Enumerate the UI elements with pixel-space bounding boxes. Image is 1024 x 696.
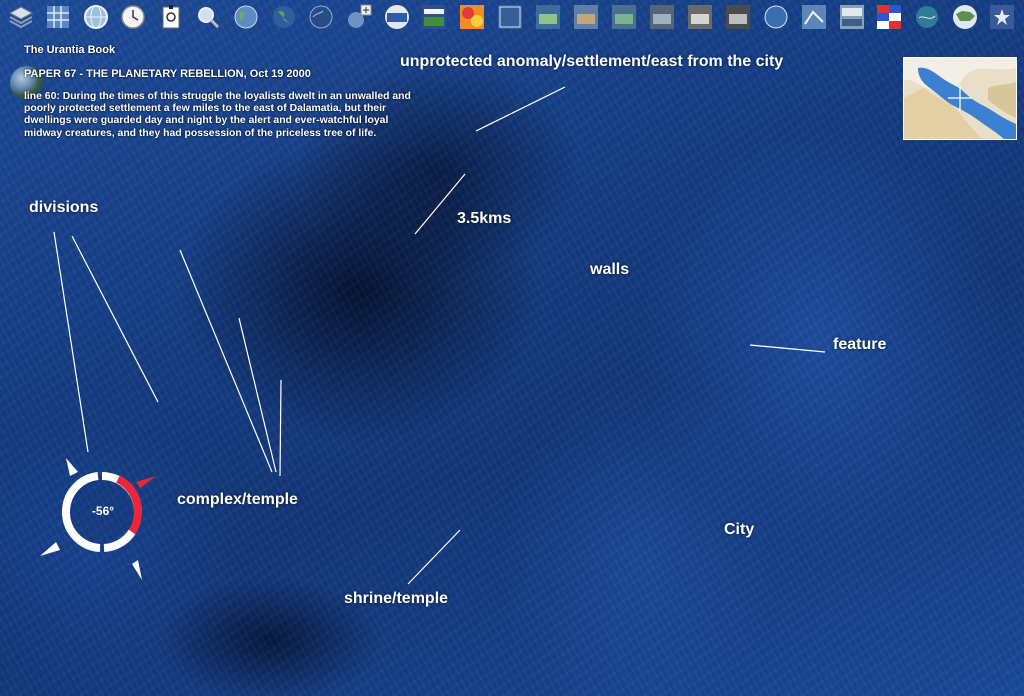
toolbar xyxy=(0,0,1024,36)
clock-icon[interactable] xyxy=(120,4,146,30)
placemark-icon[interactable] xyxy=(158,4,184,30)
compass-south-arrow xyxy=(132,560,142,580)
earth-icon[interactable] xyxy=(271,4,297,30)
star-map-icon[interactable] xyxy=(989,4,1015,30)
layer-thumb-12-icon[interactable] xyxy=(839,4,865,30)
layer-thumb-9-icon[interactable] xyxy=(687,4,713,30)
layers-icon[interactable] xyxy=(8,4,34,30)
label-complex-temple: complex/temple xyxy=(177,491,298,508)
label-walls: walls xyxy=(590,261,630,278)
globe-view-icon[interactable] xyxy=(83,4,109,30)
layer-thumb-2-icon[interactable] xyxy=(421,4,447,30)
compass-east-arrow xyxy=(136,476,156,488)
layer-thumb-3-icon[interactable] xyxy=(459,4,485,30)
quote-text: line 60: During the times of this strugg… xyxy=(24,91,411,139)
earth-night-icon[interactable] xyxy=(308,4,334,30)
usa-map-icon[interactable] xyxy=(952,4,978,30)
layer-thumb-7-icon[interactable] xyxy=(611,4,637,30)
compass-west-arrow xyxy=(40,542,60,556)
globe-icon[interactable] xyxy=(233,4,259,30)
label-city: City xyxy=(724,521,755,538)
label-unprotected-settlement: unprotected anomaly/settlement/east from… xyxy=(400,53,784,70)
layer-thumb-1-icon[interactable] xyxy=(384,4,410,30)
compass-control[interactable]: -56° xyxy=(38,456,160,582)
add-layer-icon[interactable] xyxy=(346,4,372,30)
info-panel: The Urantia Book PAPER 67 - THE PLANETAR… xyxy=(24,44,424,140)
label-shrine-temple: shrine/temple xyxy=(344,590,449,607)
layer-thumb-5-icon[interactable] xyxy=(535,4,561,30)
layer-thumb-11-icon[interactable] xyxy=(801,4,827,30)
flags-icon[interactable] xyxy=(876,4,902,30)
small-globe-icon[interactable] xyxy=(763,4,789,30)
label-divisions: divisions xyxy=(29,199,99,216)
overview-minimap[interactable] xyxy=(903,57,1017,140)
zoom-icon[interactable] xyxy=(195,4,221,30)
layer-thumb-10-icon[interactable] xyxy=(725,4,751,30)
layer-thumb-4-icon[interactable] xyxy=(497,4,523,30)
label-feature: feature xyxy=(833,336,887,353)
layer-thumb-8-icon[interactable] xyxy=(649,4,675,30)
book-title: The Urantia Book xyxy=(24,44,116,56)
label-distance: 3.5kms xyxy=(457,210,512,227)
paper-title: PAPER 67 - THE PLANETARY REBELLION, Oct … xyxy=(24,68,311,80)
grid-icon[interactable] xyxy=(45,4,71,30)
compass-north-arrow xyxy=(66,458,78,476)
layer-thumb-13-icon[interactable] xyxy=(914,4,940,30)
layer-thumb-6-icon[interactable] xyxy=(573,4,599,30)
